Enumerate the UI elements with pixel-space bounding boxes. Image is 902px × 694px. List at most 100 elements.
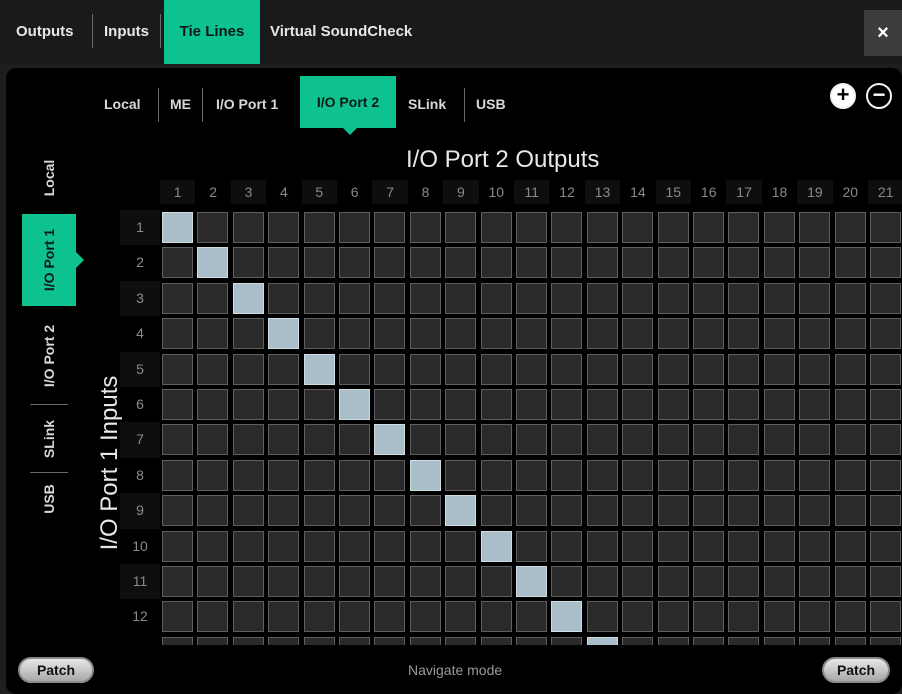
patch-cell[interactable]	[799, 566, 831, 597]
patch-cell[interactable]	[162, 424, 193, 456]
patch-cell[interactable]	[409, 530, 441, 562]
patch-cell[interactable]	[870, 636, 901, 645]
zoom-in-button[interactable]: +	[830, 83, 856, 109]
patch-cell[interactable]	[551, 353, 583, 385]
patch-cell[interactable]	[834, 353, 866, 385]
patch-cell[interactable]	[268, 353, 300, 385]
patch-cell[interactable]	[162, 353, 193, 385]
patch-cell[interactable]	[268, 212, 300, 243]
patch-cell[interactable]	[162, 636, 193, 645]
patch-cell[interactable]	[445, 566, 477, 597]
patch-cell[interactable]	[657, 282, 689, 314]
patch-cell[interactable]	[197, 212, 229, 243]
patch-cell[interactable]	[409, 282, 441, 314]
zoom-out-button[interactable]: −	[866, 83, 892, 109]
patch-cell-connected[interactable]	[516, 566, 547, 597]
patch-cell[interactable]	[232, 566, 264, 597]
patch-cell[interactable]	[551, 389, 583, 420]
patch-cell[interactable]	[870, 247, 901, 279]
patch-cell[interactable]	[268, 424, 300, 456]
patch-cell[interactable]	[834, 318, 866, 350]
patch-cell[interactable]	[834, 389, 866, 420]
patch-cell[interactable]	[799, 495, 831, 527]
patch-cell[interactable]	[834, 495, 866, 527]
patch-cell[interactable]	[657, 353, 689, 385]
patch-cell[interactable]	[303, 459, 335, 491]
patch-cell[interactable]	[622, 530, 654, 562]
patch-cell[interactable]	[799, 389, 831, 420]
patch-cell[interactable]	[303, 247, 335, 279]
patch-cell[interactable]	[870, 530, 901, 562]
patch-cell[interactable]	[162, 459, 193, 491]
patch-cell[interactable]	[374, 530, 406, 562]
input-tab-local[interactable]: Local	[22, 140, 76, 216]
patch-cell-connected[interactable]	[445, 495, 477, 527]
patch-cell[interactable]	[303, 566, 335, 597]
patch-cell[interactable]	[834, 459, 866, 491]
patch-cell[interactable]	[409, 318, 441, 350]
patch-cell[interactable]	[232, 318, 264, 350]
patch-cell[interactable]	[232, 247, 264, 279]
patch-cell[interactable]	[374, 353, 406, 385]
patch-cell[interactable]	[622, 495, 654, 527]
patch-cell[interactable]	[197, 601, 229, 633]
patch-cell[interactable]	[622, 636, 654, 645]
patch-cell[interactable]	[622, 424, 654, 456]
patch-cell[interactable]	[799, 353, 831, 385]
patch-cell[interactable]	[763, 495, 795, 527]
patch-cell[interactable]	[268, 636, 300, 645]
patch-cell[interactable]	[657, 601, 689, 633]
patch-cell[interactable]	[339, 318, 370, 350]
patch-cell[interactable]	[445, 318, 477, 350]
patch-cell[interactable]	[516, 353, 547, 385]
patch-cell[interactable]	[409, 636, 441, 645]
patch-cell[interactable]	[693, 353, 724, 385]
patch-cell[interactable]	[657, 530, 689, 562]
patch-cell[interactable]	[197, 318, 229, 350]
tab-inputs[interactable]: Inputs	[104, 0, 149, 64]
patch-cell[interactable]	[516, 459, 547, 491]
patch-cell[interactable]	[586, 282, 618, 314]
patch-cell[interactable]	[551, 495, 583, 527]
patch-cell[interactable]	[374, 389, 406, 420]
patch-cell-connected[interactable]	[551, 601, 583, 633]
patch-cell[interactable]	[268, 459, 300, 491]
patch-cell[interactable]	[162, 530, 193, 562]
patch-cell[interactable]	[339, 282, 370, 314]
patch-cell-connected[interactable]	[480, 530, 512, 562]
patch-cell[interactable]	[657, 318, 689, 350]
patch-cell[interactable]	[763, 459, 795, 491]
patch-cell[interactable]	[516, 424, 547, 456]
input-tab-usb[interactable]: USB	[22, 474, 76, 524]
patch-cell[interactable]	[763, 318, 795, 350]
patch-cell[interactable]	[268, 601, 300, 633]
patch-cell[interactable]	[870, 495, 901, 527]
patch-cell[interactable]	[339, 636, 370, 645]
patch-cell[interactable]	[622, 247, 654, 279]
patch-cell[interactable]	[799, 318, 831, 350]
patch-cell[interactable]	[445, 389, 477, 420]
patch-cell[interactable]	[799, 282, 831, 314]
patch-cell[interactable]	[197, 566, 229, 597]
patch-cell[interactable]	[728, 495, 760, 527]
patch-cell[interactable]	[657, 459, 689, 491]
patch-cell[interactable]	[409, 601, 441, 633]
patch-cell[interactable]	[303, 318, 335, 350]
patch-cell[interactable]	[693, 282, 724, 314]
patch-cell[interactable]	[693, 601, 724, 633]
patch-cell[interactable]	[409, 495, 441, 527]
patch-cell[interactable]	[480, 282, 512, 314]
patch-cell[interactable]	[516, 530, 547, 562]
patch-cell[interactable]	[232, 636, 264, 645]
patch-cell-connected[interactable]	[409, 459, 441, 491]
tab-tie-lines[interactable]: Tie Lines	[164, 0, 260, 64]
patch-cell[interactable]	[162, 247, 193, 279]
patch-cell[interactable]	[799, 247, 831, 279]
output-tab-local[interactable]: Local	[104, 78, 141, 130]
patch-cell-connected[interactable]	[232, 282, 264, 314]
patch-cell[interactable]	[586, 495, 618, 527]
patch-cell[interactable]	[268, 566, 300, 597]
patch-cell[interactable]	[693, 389, 724, 420]
patch-cell[interactable]	[551, 566, 583, 597]
output-tab-usb[interactable]: USB	[476, 78, 506, 130]
